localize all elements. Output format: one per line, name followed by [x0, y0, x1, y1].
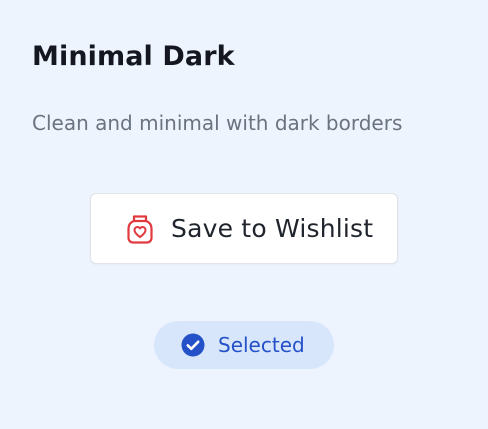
save-to-wishlist-label: Save to Wishlist [171, 214, 374, 243]
card-description: Clean and minimal with dark borders [32, 111, 403, 135]
check-circle-icon [181, 333, 205, 357]
selected-status-badge: Selected [154, 321, 334, 369]
style-card: Minimal Dark Clean and minimal with dark… [0, 0, 488, 429]
selected-label: Selected [218, 333, 305, 357]
save-to-wishlist-button[interactable]: Save to Wishlist [90, 193, 398, 264]
heart-bag-icon [125, 213, 155, 245]
card-title: Minimal Dark [32, 41, 235, 72]
